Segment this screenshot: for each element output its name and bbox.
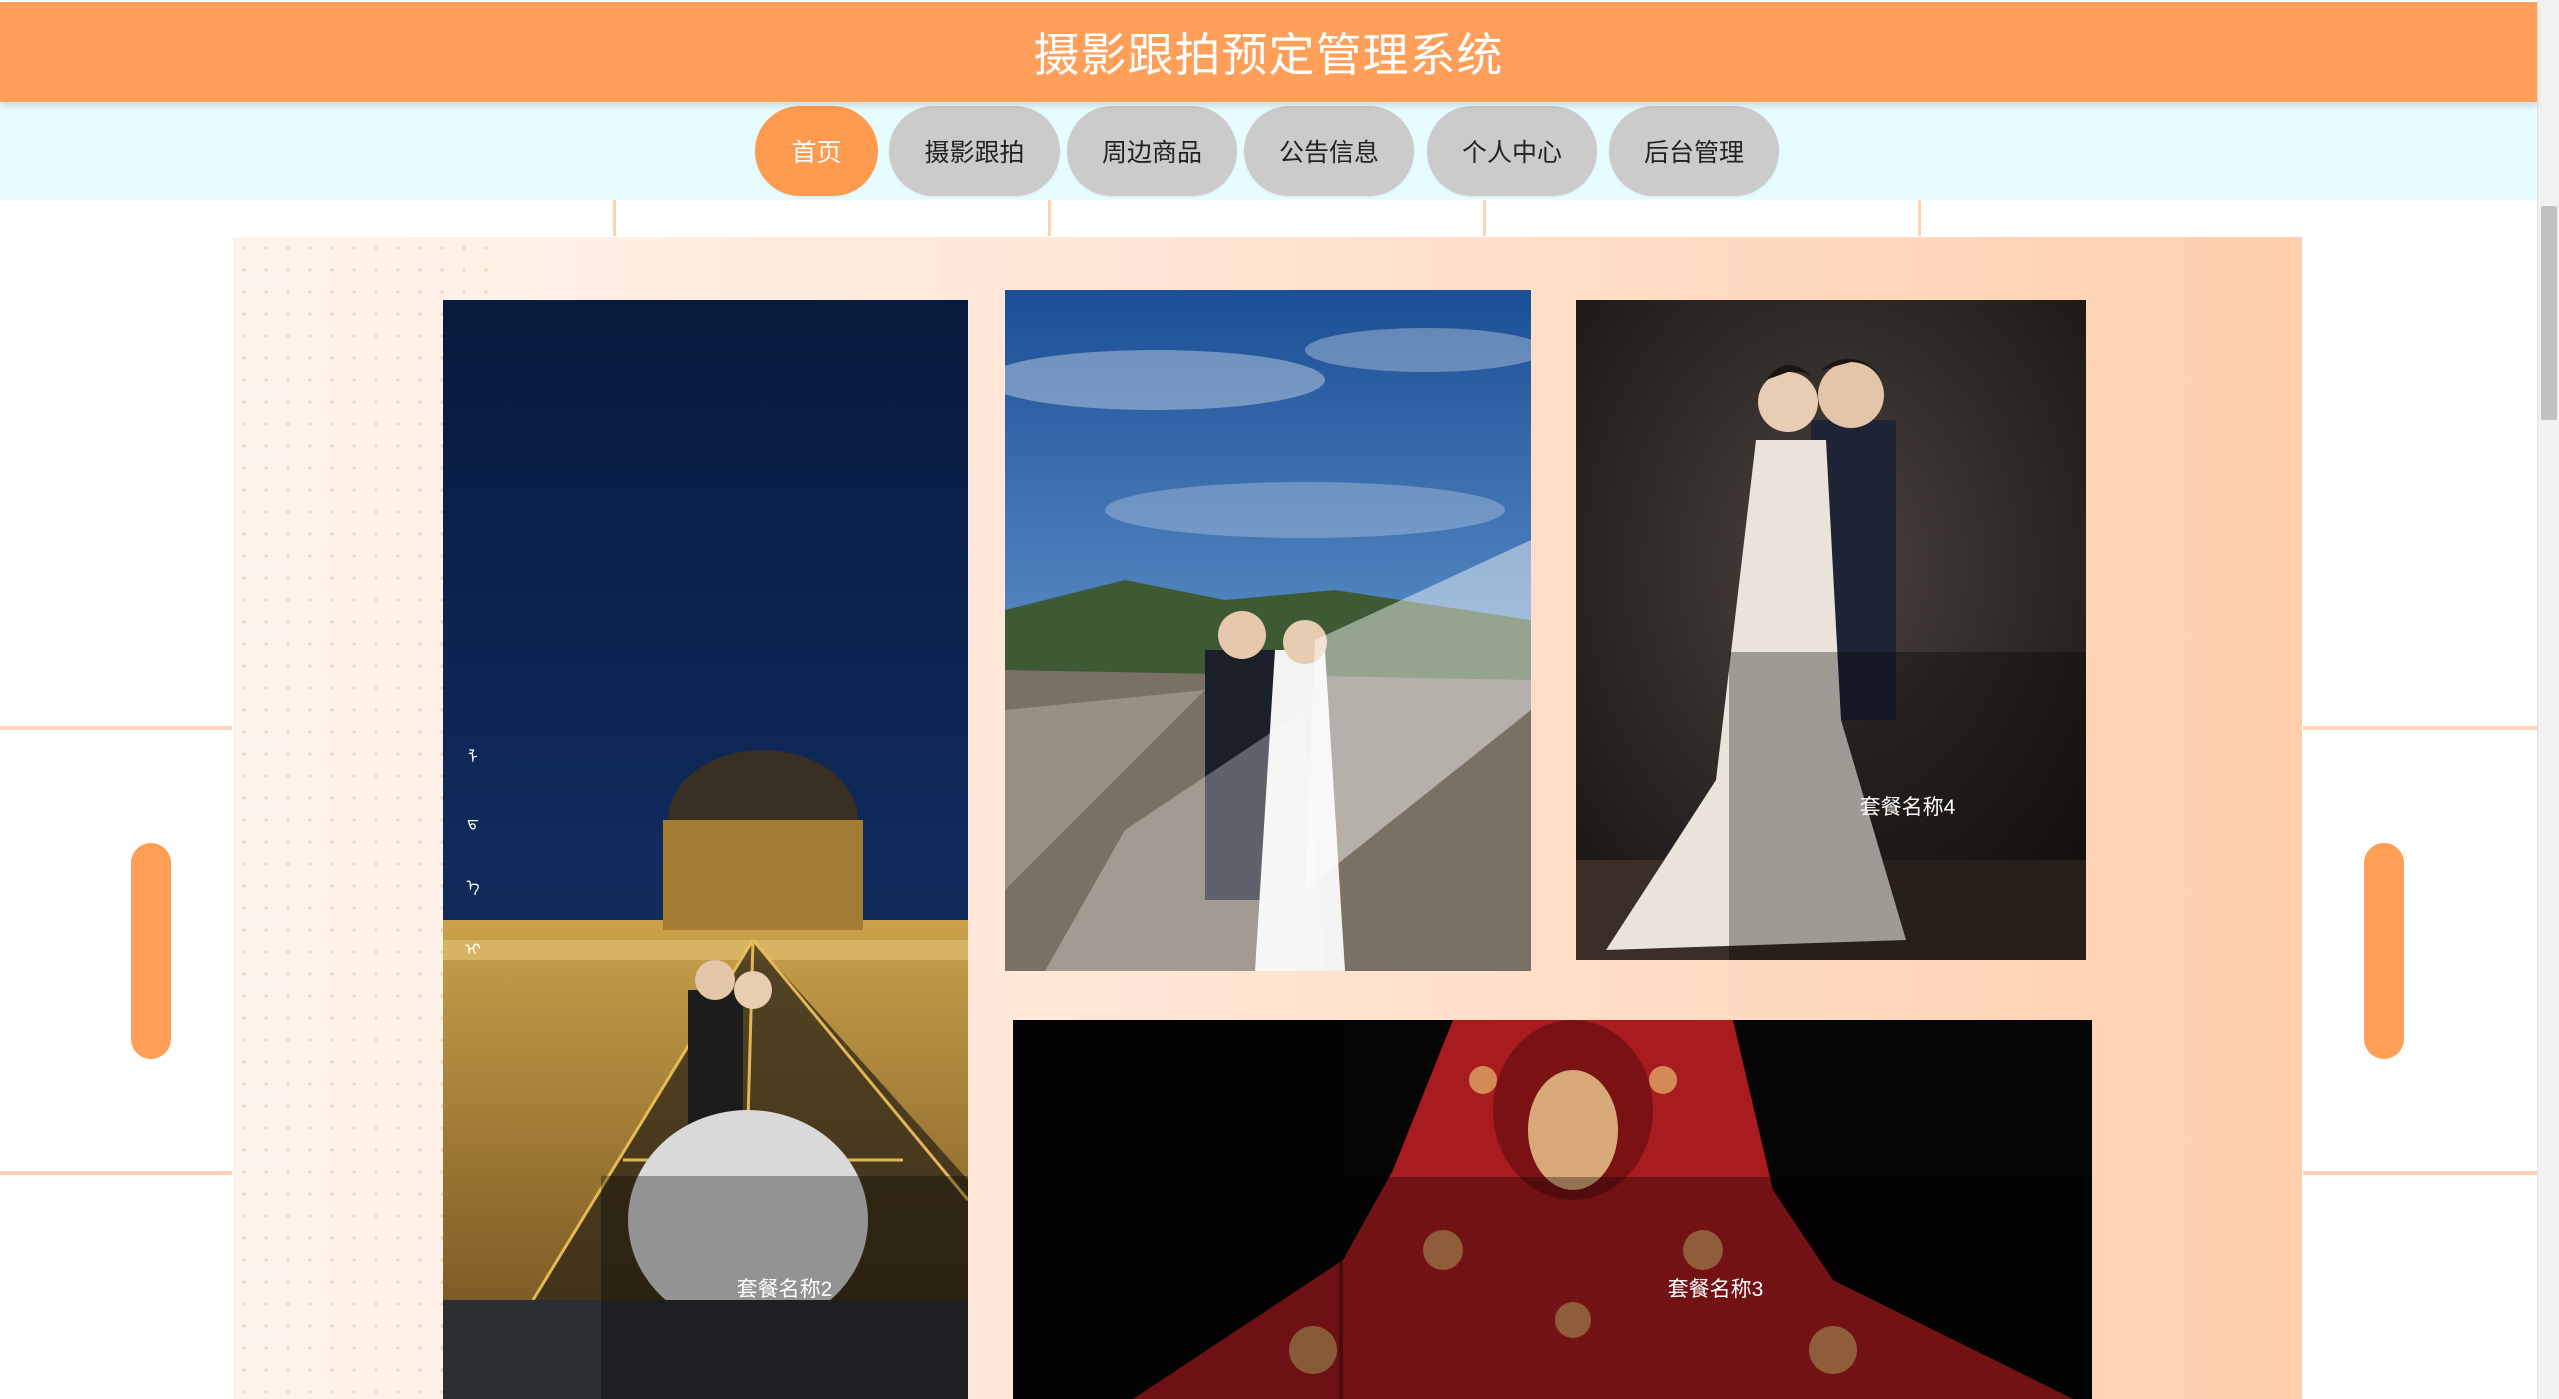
- package-card[interactable]: 套餐名称3: [1013, 1020, 2092, 1399]
- carousel-prev-button[interactable]: [131, 843, 171, 1059]
- main-nav: 首页 摄影跟拍 周边商品 公告信息 个人中心 后台管理: [0, 102, 2537, 200]
- site-header: 摄影跟拍预定管理系统: [0, 2, 2537, 102]
- divider-tick: [1918, 200, 1921, 236]
- package-caption-overlay: 套餐名称2: [601, 1176, 968, 1399]
- divider-tick: [1048, 200, 1051, 236]
- vertical-script: ᠯ ᠳ ᠡ ᠢ: [463, 740, 483, 960]
- vertical-glyph: ᠡ: [466, 878, 480, 895]
- page: 摄影跟拍预定管理系统 首页 摄影跟拍 周边商品 公告信息 个人中心 后台管理 ᠯ…: [0, 0, 2559, 1399]
- nav-item-merchandise[interactable]: 周边商品: [1067, 106, 1237, 196]
- nav-item-home[interactable]: 首页: [755, 106, 878, 196]
- vertical-glyph: ᠳ: [467, 814, 479, 831]
- nav-item-announcements[interactable]: 公告信息: [1244, 106, 1414, 196]
- nav-item-personal-center[interactable]: 个人中心: [1427, 106, 1597, 196]
- carousel-next-button[interactable]: [2364, 843, 2404, 1059]
- vertical-glyph: ᠢ: [465, 942, 481, 959]
- vertical-glyph: ᠯ: [468, 750, 478, 767]
- divider-tick: [613, 200, 616, 236]
- package-name: 套餐名称3: [1667, 1278, 1764, 1301]
- package-name: 套餐名称4: [1859, 796, 1956, 819]
- side-line-left-top: [0, 726, 232, 730]
- package-card[interactable]: 套餐名称4: [1576, 300, 2086, 960]
- scrollbar-thumb[interactable]: [2541, 206, 2557, 420]
- package-photo-great-wall: [1005, 290, 1531, 971]
- side-line-left-bottom: [0, 1171, 232, 1175]
- package-caption-overlay: 套餐名称3: [1339, 1177, 2092, 1399]
- nav-item-admin[interactable]: 后台管理: [1609, 106, 1779, 196]
- package-showcase: ᠯ ᠳ ᠡ ᠢ 套餐名称2 套餐名称4 套餐名称3: [233, 237, 2302, 1399]
- page-scrollbar[interactable]: [2537, 0, 2559, 1399]
- package-card[interactable]: [1005, 290, 1531, 971]
- side-line-right-top: [2303, 726, 2537, 730]
- site-title: 摄影跟拍预定管理系统: [1033, 29, 1504, 81]
- package-name: 套餐名称2: [736, 1277, 833, 1301]
- nav-item-photography[interactable]: 摄影跟拍: [889, 106, 1060, 196]
- side-line-right-bottom: [2303, 1171, 2537, 1175]
- package-card[interactable]: ᠯ ᠳ ᠡ ᠢ 套餐名称2: [443, 300, 968, 1399]
- package-caption-overlay: 套餐名称4: [1729, 652, 2086, 960]
- divider-tick: [1483, 200, 1486, 236]
